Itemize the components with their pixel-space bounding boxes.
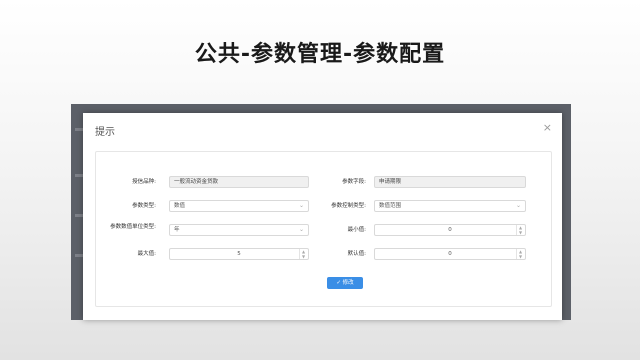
modify-button[interactable]: ✓ 修改 [327,277,363,289]
dialog-title: 提示 [95,127,115,138]
credit-product-value: 一般流动资金贷款 [174,179,219,185]
param-control-type-value: 数值范围 [379,203,402,209]
number-stepper[interactable]: ▲ ▼ [516,225,525,235]
param-unit-select[interactable]: 年 ⌄ [169,224,309,236]
param-unit-label: 参数数值单位类型: [110,224,156,230]
default-value-label: 默认值: [347,251,366,257]
number-stepper[interactable]: ▲ ▼ [516,249,525,259]
chevron-down-icon: ⌄ [515,202,521,209]
param-type-label: 参数类型: [132,203,156,209]
param-field-label: 参数字段: [342,179,366,185]
param-field-field: 申请期限 [374,176,526,188]
check-icon: ✓ [336,280,341,286]
prompt-dialog: 提示 × 授信品种: 一般流动资金贷款 参数字段: 申请期限 参数类型: 数值 … [83,113,562,320]
param-form: 授信品种: 一般流动资金贷款 参数字段: 申请期限 参数类型: 数值 ⌄ 参数控… [95,151,552,307]
max-value-input[interactable]: 5 ▲ ▼ [169,248,309,260]
max-value-number: 5 [237,251,241,257]
param-unit-value: 年 [174,227,180,233]
min-value-label: 最小值: [347,227,366,233]
modify-button-label: 修改 [342,280,354,286]
credit-product-field: 一般流动资金贷款 [169,176,309,188]
chevron-down-icon: ⌄ [298,202,304,209]
default-value-number: 0 [448,251,452,257]
param-field-value: 申请期限 [379,179,402,185]
param-type-select[interactable]: 数值 ⌄ [169,200,309,212]
max-value-label: 最大值: [137,251,156,257]
default-value-input[interactable]: 0 ▲ ▼ [374,248,526,260]
param-control-type-label: 参数控制类型: [331,203,366,209]
min-value-input[interactable]: 0 ▲ ▼ [374,224,526,236]
slide-title: 公共-参数管理-参数配置 [194,42,446,67]
param-control-type-select[interactable]: 数值范围 ⌄ [374,200,526,212]
close-icon[interactable]: × [543,121,552,134]
param-type-value: 数值 [174,203,186,209]
chevron-down-icon: ⌄ [298,226,304,233]
min-value-number: 0 [448,227,452,233]
dialog-header: 提示 × [83,113,562,143]
credit-product-label: 授信品种: [132,179,156,185]
